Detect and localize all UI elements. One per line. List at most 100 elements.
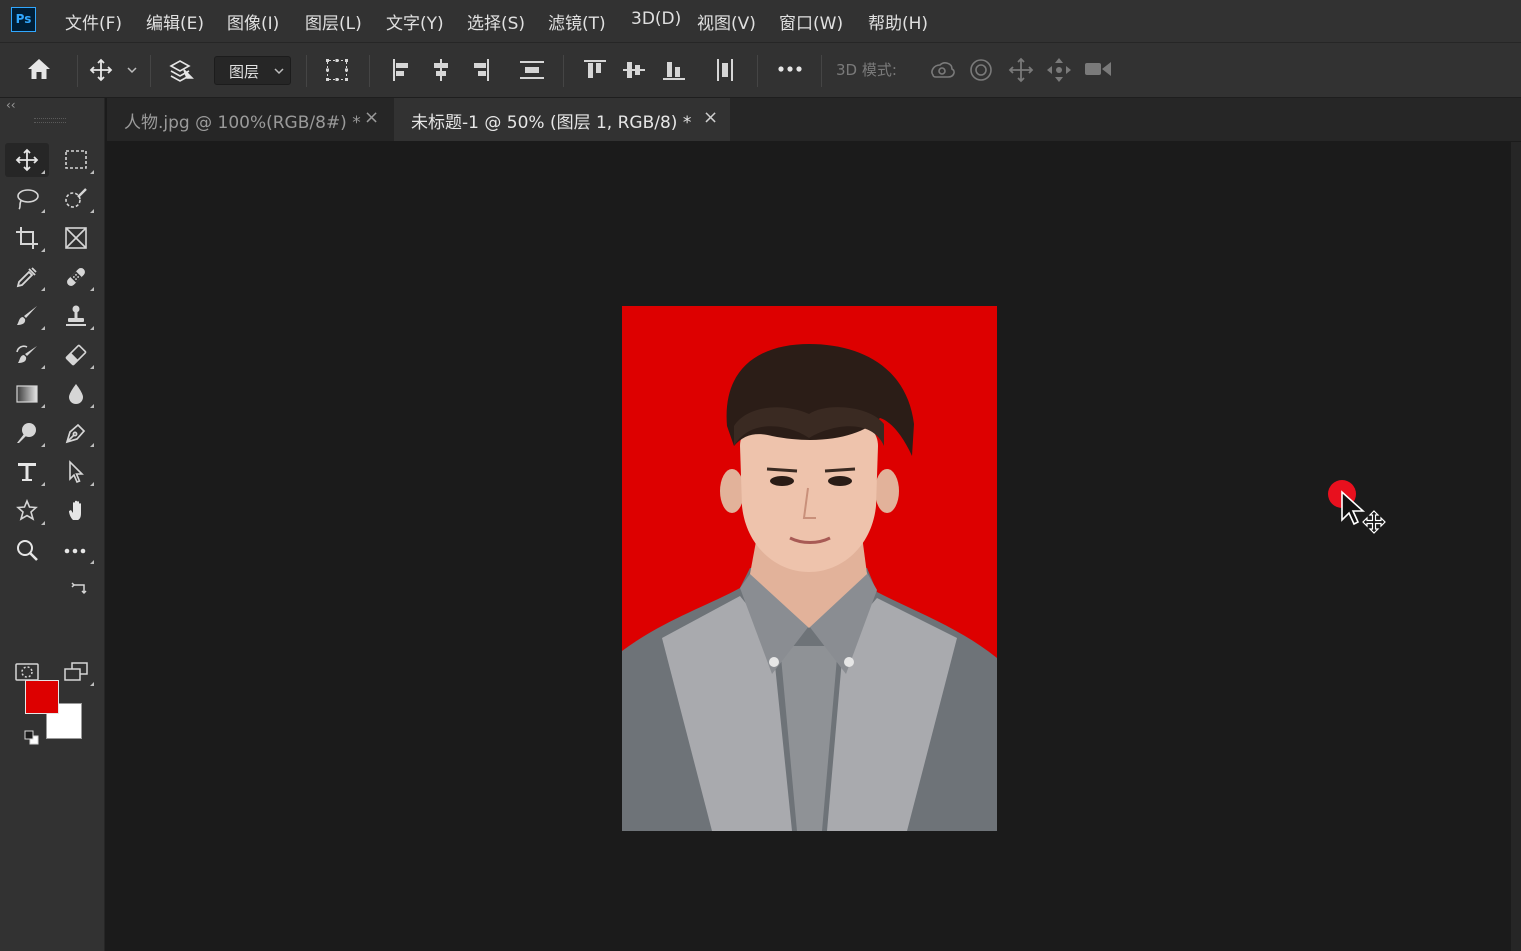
tool-zoom[interactable] bbox=[5, 533, 49, 567]
close-icon[interactable]: × bbox=[703, 107, 718, 128]
marquee-icon bbox=[65, 150, 87, 169]
more-options-icon[interactable] bbox=[777, 65, 803, 73]
tool-quick-selection[interactable] bbox=[54, 182, 98, 216]
menu-item-edit[interactable]: 编辑(E) bbox=[146, 9, 204, 34]
arrow-pointer-icon bbox=[69, 460, 84, 484]
crop-icon bbox=[16, 227, 38, 249]
tool-history-brush[interactable] bbox=[5, 338, 49, 372]
options-bar: 图层 3D 模式: bbox=[0, 43, 1521, 98]
document-canvas[interactable] bbox=[622, 306, 997, 831]
tool-brush[interactable] bbox=[5, 299, 49, 333]
distribute-vertical-center-icon[interactable] bbox=[519, 58, 545, 82]
separator bbox=[369, 55, 370, 87]
frame-icon bbox=[65, 227, 87, 249]
lasso-icon bbox=[17, 189, 39, 210]
tool-path-selection[interactable] bbox=[54, 455, 98, 489]
align-top-icon[interactable] bbox=[583, 58, 607, 82]
auto-select-target-dropdown[interactable]: 图层 bbox=[214, 56, 291, 85]
separator bbox=[306, 55, 307, 87]
panel-grip[interactable] bbox=[34, 118, 66, 123]
photoshop-logo[interactable]: Ps bbox=[11, 7, 36, 32]
drop-icon bbox=[69, 384, 83, 404]
tool-hand[interactable] bbox=[54, 494, 98, 528]
transform-controls-icon[interactable] bbox=[324, 57, 350, 83]
screen-mode-icon bbox=[64, 662, 88, 681]
separator bbox=[563, 55, 564, 87]
tool-dodge[interactable] bbox=[5, 416, 49, 450]
portrait-image bbox=[622, 306, 997, 831]
3d-mode-label: 3D 模式: bbox=[836, 61, 897, 79]
align-bottom-icon[interactable] bbox=[662, 58, 686, 82]
menu-item-file[interactable]: 文件(F) bbox=[65, 9, 122, 34]
history-brush-icon bbox=[16, 345, 37, 363]
tool-spot-healing-brush[interactable] bbox=[54, 260, 98, 294]
tool-eyedropper[interactable] bbox=[5, 260, 49, 294]
move-tool-icon[interactable] bbox=[89, 58, 113, 82]
pen-icon bbox=[65, 423, 86, 444]
menu-item-layer[interactable]: 图层(L) bbox=[305, 9, 362, 34]
swap-colors-icon[interactable] bbox=[71, 579, 89, 597]
tool-screen-mode[interactable] bbox=[54, 655, 98, 689]
menu-item-help[interactable]: 帮助(H) bbox=[868, 9, 928, 34]
default-colors-icon[interactable] bbox=[23, 729, 41, 747]
tools-panel: ‹‹ bbox=[0, 98, 105, 951]
auto-select-layers-icon[interactable] bbox=[168, 56, 194, 84]
tab-title: 人物.jpg @ 100%(RGB/8#) * bbox=[124, 113, 361, 133]
tool-type[interactable] bbox=[5, 455, 49, 489]
document-tab-renwu[interactable]: 人物.jpg @ 100%(RGB/8#) * × bbox=[107, 98, 393, 141]
tool-move[interactable] bbox=[5, 143, 49, 177]
align-horizontal-center-icon[interactable] bbox=[430, 58, 452, 82]
tool-lasso[interactable] bbox=[5, 182, 49, 216]
eraser-icon bbox=[65, 344, 87, 366]
menu-item-filter[interactable]: 滤镜(T) bbox=[548, 9, 606, 34]
3d-camera-icon[interactable] bbox=[1084, 59, 1114, 79]
brush-icon bbox=[17, 306, 37, 325]
separator bbox=[821, 55, 822, 87]
menu-item-view[interactable]: 视图(V) bbox=[697, 9, 756, 34]
home-icon[interactable] bbox=[26, 57, 52, 81]
quick-selection-icon bbox=[65, 188, 87, 208]
tool-rectangular-marquee[interactable] bbox=[54, 143, 98, 177]
tool-custom-shape[interactable] bbox=[5, 494, 49, 528]
zoom-icon bbox=[17, 540, 38, 561]
separator bbox=[757, 55, 758, 87]
3d-pan-icon[interactable] bbox=[1008, 57, 1034, 83]
tool-quick-mask[interactable] bbox=[5, 655, 49, 689]
document-tab-untitled[interactable]: 未标题-1 @ 50% (图层 1, RGB/8) * × bbox=[394, 98, 730, 141]
3d-orbit-icon[interactable] bbox=[928, 57, 956, 83]
distribute-horizontal-icon[interactable] bbox=[713, 58, 737, 82]
tool-blur[interactable] bbox=[54, 377, 98, 411]
dodge-icon bbox=[17, 423, 36, 443]
bandage-icon bbox=[67, 268, 85, 286]
3d-roll-icon[interactable] bbox=[968, 57, 994, 83]
align-left-icon[interactable] bbox=[391, 58, 413, 82]
chevron-down-icon[interactable] bbox=[127, 67, 137, 74]
menu-item-3d[interactable]: 3D(D) bbox=[631, 9, 681, 29]
tool-pen[interactable] bbox=[54, 416, 98, 450]
align-right-icon[interactable] bbox=[469, 58, 491, 82]
hand-icon bbox=[69, 500, 81, 520]
tool-frame[interactable] bbox=[54, 221, 98, 255]
menu-item-window[interactable]: 窗口(W) bbox=[779, 9, 843, 34]
menu-bar: Ps 文件(F) 编辑(E) 图像(I) 图层(L) 文字(Y) 选择(S) 滤… bbox=[0, 0, 1521, 43]
tool-crop[interactable] bbox=[5, 221, 49, 255]
tab-title: 未标题-1 @ 50% (图层 1, RGB/8) * bbox=[411, 113, 692, 133]
align-vertical-center-icon[interactable] bbox=[622, 58, 646, 82]
more-tools-icon bbox=[64, 548, 86, 554]
quick-mask-icon bbox=[15, 663, 39, 681]
separator bbox=[150, 55, 151, 87]
collapse-panel-button[interactable]: ‹‹ bbox=[6, 98, 16, 112]
move-tool-icon bbox=[15, 148, 39, 172]
menu-item-image[interactable]: 图像(I) bbox=[227, 9, 279, 34]
3d-slide-icon[interactable] bbox=[1046, 57, 1072, 83]
tool-eraser[interactable] bbox=[54, 338, 98, 372]
menu-item-select[interactable]: 选择(S) bbox=[467, 9, 525, 34]
stamp-icon bbox=[66, 305, 86, 326]
dropdown-value: 图层 bbox=[229, 63, 260, 81]
shape-icon bbox=[16, 499, 38, 521]
tool-edit-toolbar[interactable] bbox=[54, 533, 98, 567]
tool-clone-stamp[interactable] bbox=[54, 299, 98, 333]
tool-gradient[interactable] bbox=[5, 377, 49, 411]
close-icon[interactable]: × bbox=[364, 107, 379, 128]
menu-item-type[interactable]: 文字(Y) bbox=[386, 9, 444, 34]
